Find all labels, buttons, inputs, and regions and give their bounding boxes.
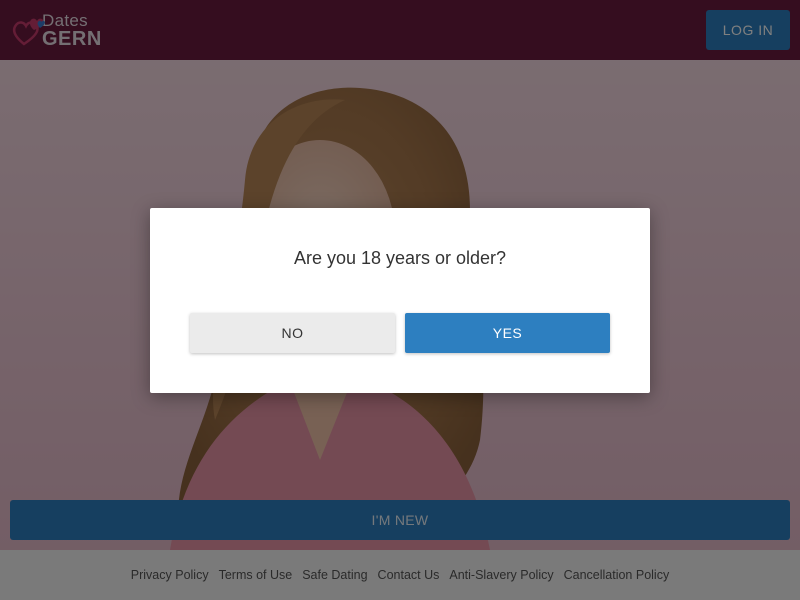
no-button[interactable]: NO xyxy=(190,313,395,353)
age-verification-dialog: Are you 18 years or older? NO YES xyxy=(150,208,650,393)
age-question: Are you 18 years or older? xyxy=(293,248,507,268)
yes-button[interactable]: YES xyxy=(405,313,610,353)
